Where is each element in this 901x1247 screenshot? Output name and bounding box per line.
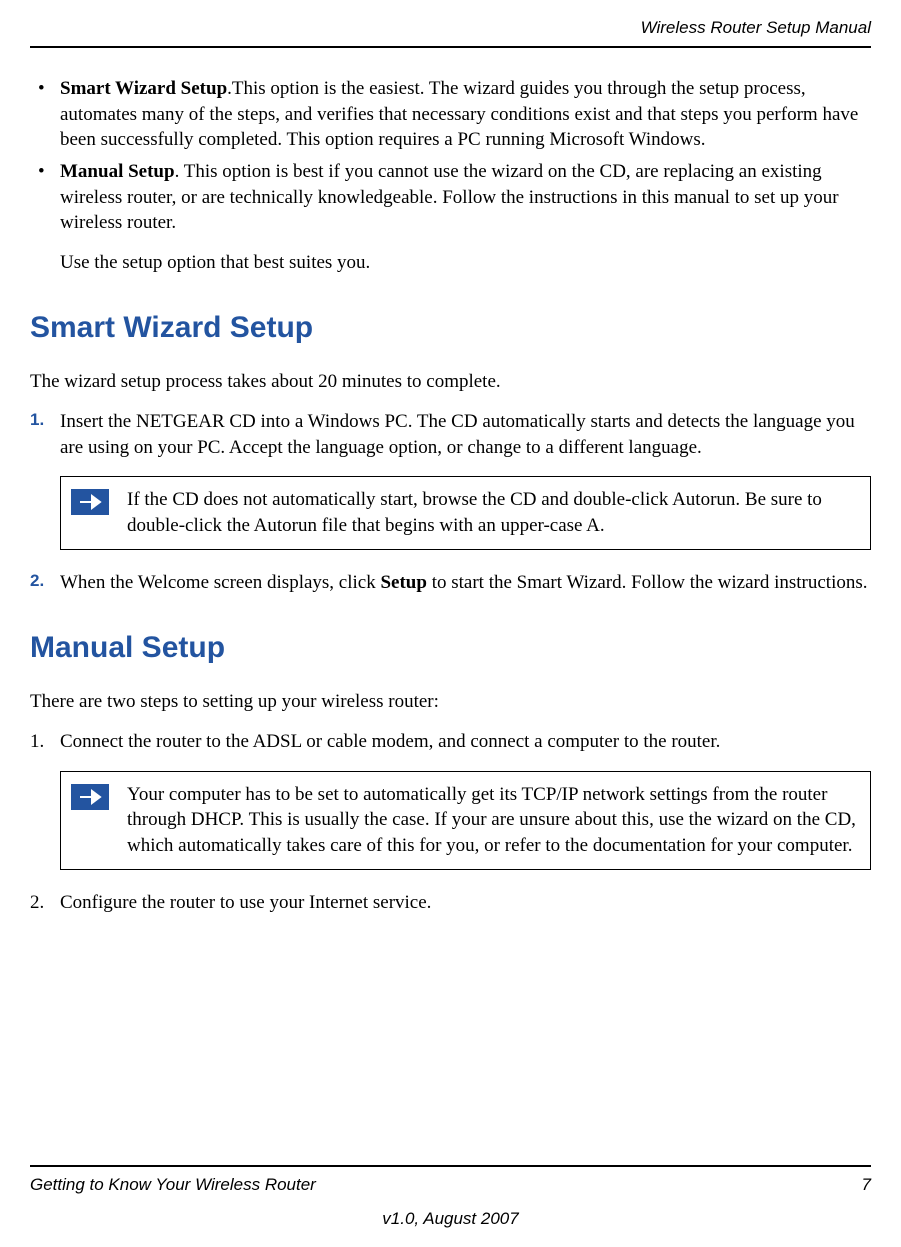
- section-intro: There are two steps to setting up your w…: [30, 689, 871, 715]
- arrow-icon: [71, 784, 109, 810]
- bullet-bold: Smart Wizard Setup: [60, 78, 227, 99]
- numbered-step: 1. Insert the NETGEAR CD into a Windows …: [30, 409, 871, 460]
- header-title: Wireless Router Setup Manual: [641, 18, 871, 37]
- bullet-text: Smart Wizard Setup.This option is the ea…: [60, 76, 871, 153]
- bullet-marker: •: [30, 76, 60, 153]
- step-text: Connect the router to the ADSL or cable …: [60, 729, 871, 755]
- note-box: Your computer has to be set to automatic…: [60, 771, 871, 870]
- note-text: If the CD does not automatically start, …: [127, 487, 856, 538]
- bullet-rest: . This option is best if you cannot use …: [60, 161, 839, 233]
- numbered-step: 2. Configure the router to use your Inte…: [30, 890, 871, 916]
- paragraph: Use the setup option that best suites yo…: [30, 250, 871, 276]
- note-box: If the CD does not automatically start, …: [60, 476, 871, 549]
- footer-page-number: 7: [862, 1175, 871, 1195]
- page-content: • Smart Wizard Setup.This option is the …: [30, 48, 871, 915]
- page-footer: Getting to Know Your Wireless Router 7 v…: [30, 1165, 871, 1229]
- footer-version: v1.0, August 2007: [30, 1209, 871, 1229]
- section-heading-manual-setup: Manual Setup: [30, 631, 871, 665]
- bullet-marker: •: [30, 159, 60, 236]
- step-post: to start the Smart Wizard. Follow the wi…: [427, 572, 868, 593]
- step-number: 2.: [30, 570, 60, 596]
- note-text: Your computer has to be set to automatic…: [127, 782, 856, 859]
- bullet-text: Manual Setup. This option is best if you…: [60, 159, 871, 236]
- footer-left: Getting to Know Your Wireless Router: [30, 1175, 316, 1195]
- numbered-step: 1. Connect the router to the ADSL or cab…: [30, 729, 871, 755]
- step-number: 1.: [30, 729, 60, 755]
- step-text: Configure the router to use your Interne…: [60, 890, 871, 916]
- footer-row: Getting to Know Your Wireless Router 7: [30, 1175, 871, 1195]
- step-number: 2.: [30, 890, 60, 916]
- step-pre: When the Welcome screen displays, click: [60, 572, 380, 593]
- step-text: When the Welcome screen displays, click …: [60, 570, 871, 596]
- page-header: Wireless Router Setup Manual: [30, 0, 871, 48]
- bullet-bold: Manual Setup: [60, 161, 175, 182]
- step-number: 1.: [30, 409, 60, 460]
- step-bold: Setup: [380, 572, 426, 593]
- section-heading-smart-wizard: Smart Wizard Setup: [30, 311, 871, 345]
- arrow-icon: [71, 489, 109, 515]
- section-intro: The wizard setup process takes about 20 …: [30, 369, 871, 395]
- numbered-step: 2. When the Welcome screen displays, cli…: [30, 570, 871, 596]
- bullet-item: • Smart Wizard Setup.This option is the …: [30, 76, 871, 153]
- step-text: Insert the NETGEAR CD into a Windows PC.…: [60, 409, 871, 460]
- bullet-item: • Manual Setup. This option is best if y…: [30, 159, 871, 236]
